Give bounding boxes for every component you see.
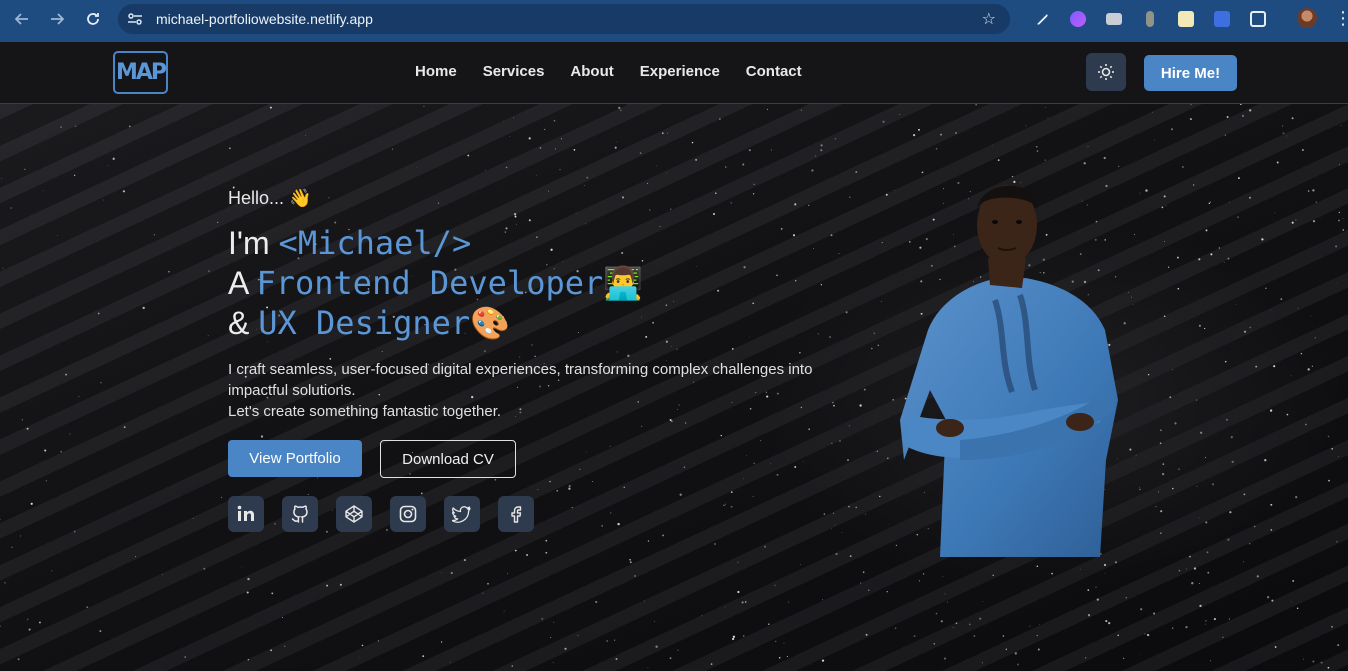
hero-description: I craft seamless, user-focused digital e… xyxy=(228,359,848,422)
palette-emoji-icon: 🎨 xyxy=(470,305,510,341)
intro-prefix: I'm xyxy=(228,225,279,261)
profile-avatar[interactable] xyxy=(1297,8,1317,28)
name-code: <Michael/> xyxy=(278,224,472,262)
address-bar[interactable]: michael-portfoliowebsite.netlify.app ☆ xyxy=(118,4,1010,34)
sun-icon xyxy=(1098,64,1114,80)
nav-about[interactable]: About xyxy=(557,62,626,82)
url-text[interactable]: michael-portfoliowebsite.netlify.app xyxy=(156,11,373,27)
bottle-extension-icon[interactable] xyxy=(1132,6,1168,32)
intro-line-role2: & UX Designer🎨 xyxy=(228,304,510,342)
purple-extension-icon[interactable] xyxy=(1060,6,1096,32)
hero-section: Hello... 👋 I'm <Michael/> A Frontend Dev… xyxy=(0,104,1348,671)
nav-services[interactable]: Services xyxy=(470,62,558,82)
linkedin-icon[interactable] xyxy=(228,496,264,532)
nav-contact[interactable]: Contact xyxy=(733,62,815,82)
site-logo[interactable]: MAP xyxy=(113,51,168,94)
extensions-bar xyxy=(1024,6,1276,32)
nav-experience[interactable]: Experience xyxy=(627,62,733,82)
more-menu-icon[interactable]: ⋮ xyxy=(1334,6,1348,30)
back-icon[interactable] xyxy=(4,1,40,37)
twitter-icon[interactable] xyxy=(444,496,480,532)
nav-home[interactable]: Home xyxy=(402,62,470,82)
download-cv-button[interactable]: Download CV xyxy=(380,440,516,478)
view-portfolio-button[interactable]: View Portfolio xyxy=(228,440,362,477)
site-info-icon[interactable] xyxy=(124,8,146,30)
facebook-icon[interactable] xyxy=(498,496,534,532)
role2-prefix: & xyxy=(228,305,259,341)
browser-toolbar: michael-portfoliowebsite.netlify.app ☆ ⋮ xyxy=(0,0,1348,42)
role1-code: Frontend Developer xyxy=(256,264,604,302)
description-line1: I craft seamless, user-focused digital e… xyxy=(228,361,813,399)
hire-me-button[interactable]: Hire Me! xyxy=(1144,55,1237,91)
notes-extension-icon[interactable] xyxy=(1168,6,1204,32)
description-line2: Let's create something fantastic togethe… xyxy=(228,403,502,420)
instagram-icon[interactable] xyxy=(390,496,426,532)
role1-prefix: A xyxy=(228,265,257,301)
camera-extension-icon[interactable] xyxy=(1096,6,1132,32)
translate-extension-icon[interactable] xyxy=(1204,6,1240,32)
codepen-icon[interactable] xyxy=(336,496,372,532)
profile-portrait xyxy=(900,185,1118,557)
reload-icon[interactable] xyxy=(75,1,111,37)
github-icon[interactable] xyxy=(282,496,318,532)
forward-icon[interactable] xyxy=(39,1,75,37)
main-nav: Home Services About Experience Contact xyxy=(402,62,815,82)
theme-toggle-button[interactable] xyxy=(1086,53,1126,91)
intro-line-role1: A Frontend Developer👨‍💻 xyxy=(228,264,643,302)
developer-emoji-icon: 👨‍💻 xyxy=(603,265,644,301)
role2-code: UX Designer xyxy=(258,304,471,342)
greeting-text: Hello... 👋 xyxy=(228,188,312,208)
puzzle-extension-icon[interactable] xyxy=(1240,6,1276,32)
site-header: MAP Home Services About Experience Conta… xyxy=(0,42,1348,104)
eyedropper-extension-icon[interactable] xyxy=(1024,6,1060,32)
bookmark-star-icon[interactable]: ☆ xyxy=(982,9,996,29)
social-links xyxy=(228,496,552,532)
intro-line-name: I'm <Michael/> xyxy=(228,224,471,262)
